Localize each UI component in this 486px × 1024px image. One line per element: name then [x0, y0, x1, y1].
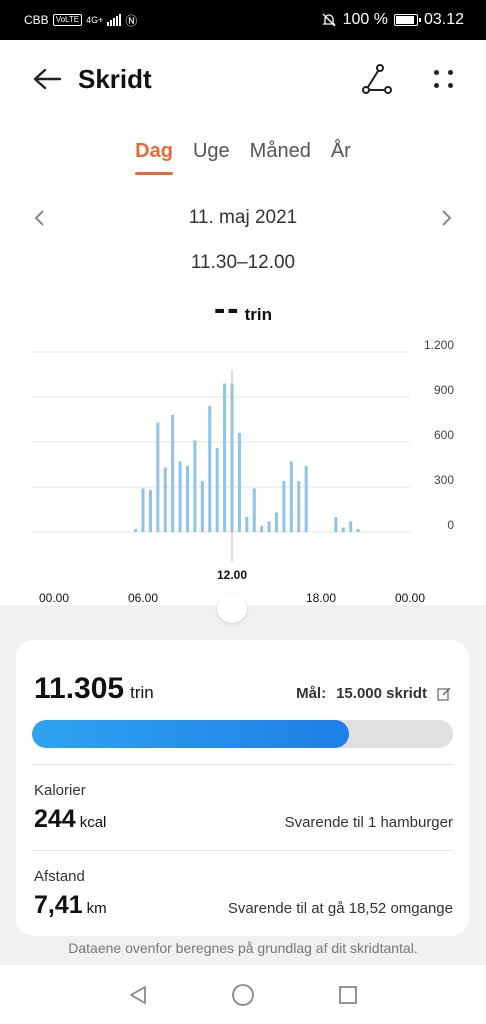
chart-bar	[356, 529, 360, 532]
chart-bar	[141, 488, 145, 532]
y-tick-label: 900	[434, 383, 454, 397]
signal-icon	[107, 14, 122, 26]
divider	[32, 764, 453, 765]
chart-bar	[186, 466, 189, 532]
y-tick-label: 0	[447, 518, 454, 532]
edit-icon[interactable]	[437, 687, 451, 701]
goal-progress-bar	[32, 720, 453, 748]
x-tick-label: 00.00	[395, 591, 425, 605]
chevron-left-icon[interactable]	[30, 208, 50, 228]
footnote: Dataene ovenfor beregnes på grundlag af …	[68, 940, 418, 956]
chart-bar	[193, 440, 197, 532]
chart-bar	[200, 481, 204, 532]
chart-bar	[304, 466, 308, 532]
chart-bar	[289, 461, 293, 532]
chart-bar	[134, 529, 138, 532]
chart-bar	[252, 488, 256, 532]
chart-scrubber-handle[interactable]	[217, 593, 247, 623]
goal[interactable]: Mål: 15.000 skridt	[296, 685, 451, 702]
mute-bell-icon	[322, 13, 336, 27]
chart-bar	[208, 406, 212, 532]
calories-value: 244	[34, 805, 76, 833]
time-range-label: 11.30–12.00	[190, 252, 296, 273]
steps-unit: trin	[130, 683, 154, 702]
y-tick-label: 1.200	[424, 340, 454, 352]
status-right: 100 % 03.12	[321, 11, 464, 29]
chart-bar	[237, 433, 241, 532]
summary-card: 11.305 trin Mål: 15.000 skridt Kalorier …	[16, 640, 469, 936]
arrow-left-icon[interactable]	[30, 62, 64, 96]
chart-bar	[223, 383, 227, 532]
chart-bar	[156, 422, 160, 532]
date-label: 11. maj 2021	[188, 207, 298, 228]
distance-unit: km	[86, 900, 107, 917]
battery-icon	[393, 14, 421, 26]
period-tabs: Dag Uge Måned År	[0, 140, 486, 175]
x-tick-label: 06.00	[128, 591, 158, 605]
chart-bar	[267, 521, 271, 532]
chart-bar	[349, 521, 353, 532]
status-bar: CBB VoLTE 4G+ Ⓝ 100 % 03.12	[0, 0, 486, 40]
chart-bar	[178, 461, 182, 532]
distance-metric: Afstand 7,41 km Svarende til at gå 18,52…	[34, 868, 453, 920]
distance-equivalent: Svarende til at gå 18,52 omgange	[227, 900, 453, 917]
chart-bar	[260, 526, 264, 532]
chart-bar	[245, 517, 249, 532]
chart-bar	[297, 481, 301, 532]
status-left: CBB VoLTE 4G+ Ⓝ	[24, 12, 137, 29]
chart-bar	[275, 512, 278, 532]
page-title: Skridt	[78, 63, 152, 94]
chart-bar	[282, 481, 286, 532]
network-label: 4G+	[86, 15, 104, 25]
chart-bar	[148, 490, 152, 532]
goal-progress-fill	[32, 720, 350, 748]
x-tick-label: 00.00	[39, 591, 69, 605]
chart-bar	[215, 448, 219, 532]
y-tick-label: 300	[434, 473, 454, 487]
chart-bar	[163, 467, 167, 532]
chevron-right-icon[interactable]	[436, 208, 456, 228]
chart-bar	[341, 527, 345, 532]
goal-label: Mål:	[296, 685, 327, 702]
steps-total: 11.305	[34, 672, 125, 705]
route-icon[interactable]	[360, 62, 394, 96]
nfc-icon: Ⓝ	[125, 13, 138, 28]
distance-label: Afstand	[34, 868, 85, 885]
volte-badge: VoLTE	[52, 14, 83, 26]
calories-equivalent: Svarende til 1 hamburger	[284, 814, 453, 831]
selected-value-unit: trin	[244, 305, 273, 324]
nav-home-icon[interactable]	[231, 983, 255, 1007]
divider	[32, 850, 453, 851]
x-tick-label: 18.00	[306, 591, 336, 605]
tab-week[interactable]: Uge	[193, 140, 230, 175]
clock: 03.12	[423, 11, 464, 28]
calories-unit: kcal	[79, 814, 107, 831]
steps-chart-svg: 1.200 900 600 300 0 12.00 00.00 06.00 18.00 00.00	[32, 340, 454, 605]
y-tick-label: 600	[434, 428, 454, 442]
calories-label: Kalorier	[34, 782, 86, 799]
battery-percent: 100 %	[342, 11, 388, 28]
chart-bar	[171, 415, 175, 532]
nav-recents-icon[interactable]	[337, 984, 359, 1006]
date-navigator: 11. maj 2021	[0, 200, 486, 236]
selected-x-label: 12.00	[217, 568, 247, 582]
tab-month[interactable]: Måned	[250, 140, 311, 175]
system-nav-bar	[0, 966, 486, 1024]
selected-value-number: --	[213, 290, 241, 328]
tab-day[interactable]: Dag	[135, 140, 173, 175]
tab-year[interactable]: År	[331, 140, 351, 175]
nav-back-icon[interactable]	[127, 984, 149, 1006]
distance-value: 7,41	[34, 891, 83, 919]
app-bar: Skridt	[0, 40, 486, 118]
steps-summary: 11.305 trin Mål: 15.000 skridt	[34, 672, 451, 706]
chart-bar	[334, 517, 338, 532]
more-dots-icon[interactable]	[432, 67, 456, 91]
carrier-label: CBB	[24, 13, 49, 27]
goal-value: 15.000 skridt	[336, 685, 427, 702]
steps-chart[interactable]: 1.200 900 600 300 0 12.00 00.00 06.00 18.00 00.00	[0, 340, 486, 608]
calories-metric: Kalorier 244 kcal Svarende til 1 hamburg…	[34, 782, 453, 834]
selected-value: -- trin	[0, 290, 486, 329]
